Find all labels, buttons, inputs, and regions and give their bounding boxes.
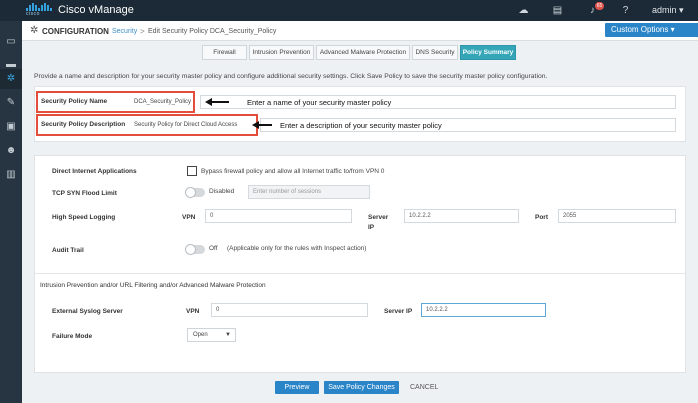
tcp-syn-toggle[interactable] [185,187,205,198]
tab-intrusion-prevention[interactable]: Intrusion Prevention [249,45,314,60]
cisco-wordmark: cisco [26,11,40,17]
policy-description-note: Enter a description of your security mas… [280,121,442,130]
preview-button[interactable]: Preview [275,381,319,394]
failure-mode-select[interactable]: Open ▼ [187,328,236,342]
intro-text: Provide a name and description for your … [34,73,548,80]
audit-trail-toggle-text: Off [209,245,218,252]
ips-section-title: Intrusion Prevention and/or URL Filterin… [40,282,266,289]
tcp-syn-label: TCP SYN Flood Limit [52,190,117,197]
dia-checkbox-text: Bypass firewall policy and allow all Int… [201,168,385,175]
hsl-port-label: Port [535,214,548,221]
hsl-server-label: Server [368,214,389,221]
arrow-line [258,124,272,126]
chevron-down-icon: ▼ [225,332,231,338]
failure-mode-label: Failure Mode [52,333,93,340]
custom-options-button[interactable]: Custom Options ▾ [605,23,698,37]
policy-description-label: Security Policy Description [41,121,126,128]
policy-name-input[interactable]: DCA_Security_Policy [134,99,191,105]
clipboard-icon[interactable]: ▤ [552,5,563,16]
tcp-syn-sessions-input[interactable]: Enter number of sessions [248,185,370,199]
cisco-logo: cisco [26,3,54,17]
cancel-button[interactable]: CANCEL [410,384,438,391]
policy-name-note: Enter a name of your security master pol… [247,98,392,107]
tcp-syn-toggle-text: Disabled [209,188,235,195]
breadcrumb-current: Edit Security Policy DCA_Security_Policy [148,28,277,35]
tab-firewall[interactable]: Firewall [202,45,247,60]
gear-icon: ✲ [30,25,39,36]
sidebar: ▭ ▬ ✲ ✎ ▣ ☻ ▥ [0,21,22,403]
syslog-server-ip-label: Server IP [384,308,413,315]
analytics-icon[interactable]: ▥ [0,165,22,185]
audit-trail-note: (Applicable only for the rules with Insp… [227,245,367,252]
policy-description-input[interactable]: Security Policy for Direct Cloud Access [134,122,237,128]
help-icon[interactable]: ? [620,5,631,16]
save-policy-changes-button[interactable]: Save Policy Changes [324,381,399,394]
tab-dns-security[interactable]: DNS Security [412,45,458,60]
toolbox-icon[interactable]: ▣ [0,117,22,137]
cloud-icon[interactable]: ☁ [518,5,529,16]
dia-checkbox[interactable] [187,166,197,176]
users-icon[interactable]: ☻ [0,141,22,161]
syslog-server-ip-input[interactable]: 10.2.2.2 [421,303,546,317]
arrow-line [211,101,229,103]
section-divider [34,273,686,274]
page-title: CONFIGURATION [42,27,109,36]
notification-badge: 65 [595,2,604,10]
app-title: Cisco vManage [58,4,134,16]
hsl-server-ip-input[interactable]: 10.2.2.2 [404,209,519,223]
syslog-vpn-input[interactable]: 0 [211,303,368,317]
top-bar: cisco Cisco vManage ☁ ▤ ♪ 65 ? admin ▾ [0,0,698,21]
hsl-vpn-input[interactable]: 0 [205,209,352,223]
monitor-icon[interactable]: ▭ [0,32,22,52]
breadcrumb-security-link[interactable]: Security [112,28,137,35]
page-header: ✲ CONFIGURATION Security > Edit Security… [22,21,698,41]
tab-advanced-malware-protection[interactable]: Advanced Malware Protection [316,45,410,60]
audit-trail-toggle[interactable] [185,244,205,255]
syslog-label: External Syslog Server [52,308,123,315]
user-menu[interactable]: admin ▾ [652,5,684,16]
hsl-label: High Speed Logging [52,214,116,221]
audit-trail-label: Audit Trail [52,247,84,254]
tab-policy-summary[interactable]: Policy Summary [460,45,516,60]
hsl-port-input[interactable]: 2055 [558,209,676,223]
policy-name-label: Security Policy Name [41,98,108,105]
syslog-vpn-label: VPN [186,308,200,315]
hsl-vpn-label: VPN [182,214,196,221]
dia-label: Direct Internet Applications [52,168,137,175]
wrench-icon[interactable]: ✎ [0,93,22,113]
breadcrumb-separator: > [140,27,145,36]
gear-icon[interactable]: ✲ [0,69,22,89]
hsl-server-ip-label: IP [368,224,375,231]
failure-mode-value: Open [193,332,208,338]
